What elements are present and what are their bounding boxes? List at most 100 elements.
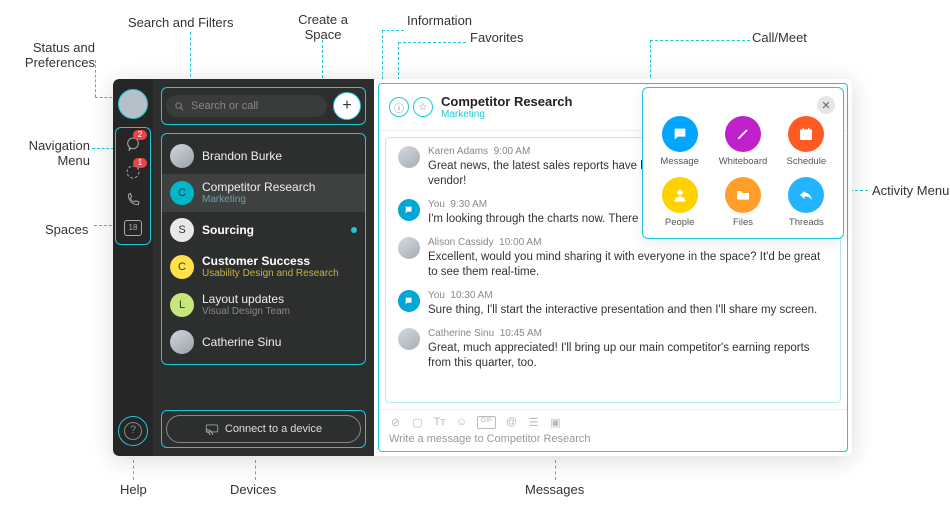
person-icon xyxy=(662,177,698,213)
personal-icon[interactable]: ☰ xyxy=(527,416,540,429)
space-subtitle: Marketing xyxy=(441,109,572,120)
nav-chat-icon[interactable]: 2 xyxy=(123,134,143,154)
activity-label: Schedule xyxy=(787,156,827,167)
nav-menu-group: 2 1 18 xyxy=(115,127,151,245)
annotation-favorites: Favorites xyxy=(470,30,523,45)
cal-icon xyxy=(788,116,824,152)
annotation-information: Information xyxy=(407,13,472,28)
space-name: Layout updates xyxy=(202,292,357,306)
message-text: Great, much appreciated! I'll bring up o… xyxy=(428,341,828,371)
annotation-help: Help xyxy=(120,482,147,497)
navigation-sidebar: 2 1 18 ? xyxy=(113,79,153,456)
annotation-search-filters: Search and Filters xyxy=(128,15,234,30)
space-item[interactable]: SSourcing xyxy=(162,212,365,248)
space-name: Competitor Research xyxy=(202,180,357,194)
activity-threads[interactable]: Threads xyxy=(780,177,833,228)
space-avatar: L xyxy=(170,293,194,317)
connect-device-label: Connect to a device xyxy=(225,423,322,435)
space-avatar: S xyxy=(170,218,194,242)
screen-icon[interactable]: ▢ xyxy=(411,416,424,429)
close-activity-button[interactable]: ✕ xyxy=(817,96,835,114)
info-button[interactable]: ⓘ xyxy=(389,97,409,117)
pen-icon xyxy=(725,116,761,152)
space-sub: Marketing xyxy=(202,194,357,206)
folder-icon xyxy=(725,177,761,213)
nav-chat-badge: 2 xyxy=(133,130,147,140)
search-input[interactable]: Search or call xyxy=(166,95,327,117)
create-space-button[interactable]: + xyxy=(333,92,361,120)
message-item: Alison Cassidy 10:00 AMExcellent, would … xyxy=(398,237,828,280)
space-item[interactable]: Brandon Burke xyxy=(162,138,365,174)
nav-teams-icon[interactable]: 1 xyxy=(123,162,143,182)
space-avatar: C xyxy=(170,255,194,279)
attach-icon[interactable]: ⊘ xyxy=(389,416,402,429)
help-button[interactable]: ? xyxy=(118,416,148,446)
activity-menu: ✕ Message Whiteboard Schedule People Files Th… xyxy=(642,87,844,239)
activity-people[interactable]: People xyxy=(653,177,706,228)
profile-avatar[interactable] xyxy=(118,89,148,119)
activity-label: Whiteboard xyxy=(719,156,768,167)
app-window: 2 1 18 ? Search or call xyxy=(113,79,852,456)
activity-schedule[interactable]: Schedule xyxy=(780,116,833,167)
annotation-create-space: Create a Space xyxy=(293,12,353,42)
message-meta: You 10:30 AM xyxy=(428,290,828,301)
unread-dot xyxy=(351,227,357,233)
activity-whiteboard[interactable]: Whiteboard xyxy=(716,116,769,167)
chat-icon xyxy=(662,116,698,152)
activity-label: Files xyxy=(733,217,753,228)
space-item[interactable]: C Competitor ResearchMarketing xyxy=(162,174,365,212)
space-item[interactable]: Catherine Sinu xyxy=(162,324,365,360)
connect-device-button[interactable]: Connect to a device xyxy=(166,415,361,443)
message-avatar xyxy=(398,146,420,168)
space-item[interactable]: C Customer SuccessUsability Design and Re… xyxy=(162,248,365,286)
activity-files[interactable]: Files xyxy=(716,177,769,228)
image-icon[interactable]: ▣ xyxy=(549,416,562,429)
annotation-spaces: Spaces xyxy=(45,222,88,237)
space-avatar: C xyxy=(170,181,194,205)
annotation-activity-menu: Activity Menu xyxy=(872,183,949,198)
space-title: Competitor Research xyxy=(441,94,572,109)
space-item[interactable]: L Layout updatesVisual Design Team xyxy=(162,286,365,324)
space-avatar xyxy=(170,330,194,354)
spaces-panel: Search or call + Brandon Burke C Competito… xyxy=(153,79,374,456)
activity-label: Threads xyxy=(789,217,824,228)
annotation-call-meet: Call/Meet xyxy=(752,30,807,45)
message-text: Excellent, would you mind sharing it wit… xyxy=(428,250,828,280)
space-avatar xyxy=(170,144,194,168)
nav-teams-badge: 1 xyxy=(133,158,147,168)
search-and-create-bar: Search or call + xyxy=(161,87,366,125)
message-item: Catherine Sinu 10:45 AM Great, much appre… xyxy=(398,328,828,371)
gif-icon[interactable]: GIF xyxy=(477,416,496,429)
annotation-nav-menu: Navigation Menu xyxy=(22,138,90,168)
mention-icon[interactable]: @ xyxy=(505,416,518,429)
message-avatar xyxy=(398,328,420,350)
favorite-button[interactable]: ☆ xyxy=(413,97,433,117)
composer-input[interactable]: Write a message to Competitor Research xyxy=(389,433,837,445)
format-icon[interactable]: Tᴛ xyxy=(433,416,446,429)
nav-calendar-icon[interactable]: 18 xyxy=(123,218,143,238)
message-text: Sure thing, I'll start the interactive p… xyxy=(428,303,828,318)
space-sub: Usability Design and Research xyxy=(202,268,357,280)
info-icon: ⓘ xyxy=(394,100,404,115)
message-avatar xyxy=(398,290,420,312)
message-composer: ⊘ ▢ Tᴛ ☺ GIF @ ☰ ▣ Write a message to Co… xyxy=(379,409,847,451)
activity-label: Message xyxy=(660,156,699,167)
annotation-status-prefs: Status and Preferences xyxy=(5,40,95,70)
composer-toolbar: ⊘ ▢ Tᴛ ☺ GIF @ ☰ ▣ xyxy=(389,416,837,429)
close-icon: ✕ xyxy=(821,99,830,112)
search-icon xyxy=(174,101,185,112)
space-name: Customer Success xyxy=(202,254,357,268)
space-name: Catherine Sinu xyxy=(202,335,357,349)
message-meta: Catherine Sinu 10:45 AM xyxy=(428,328,828,339)
spaces-list: Brandon Burke C Competitor ResearchMarketi… xyxy=(161,133,366,365)
activity-message[interactable]: Message xyxy=(653,116,706,167)
message-avatar xyxy=(398,199,420,221)
message-avatar xyxy=(398,237,420,259)
star-icon: ☆ xyxy=(419,102,428,113)
reply-icon xyxy=(788,177,824,213)
space-sub: Visual Design Team xyxy=(202,306,357,318)
cast-icon xyxy=(205,423,219,435)
devices-section: Connect to a device xyxy=(161,410,366,448)
nav-call-icon[interactable] xyxy=(123,190,143,210)
emoji-icon[interactable]: ☺ xyxy=(455,416,468,429)
